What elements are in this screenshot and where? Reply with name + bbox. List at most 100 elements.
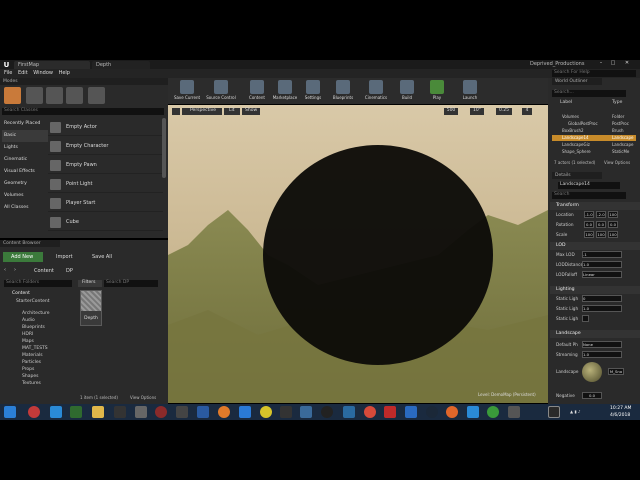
scale-y[interactable]: 100 bbox=[596, 231, 606, 238]
tree-item-materials[interactable]: Materials bbox=[22, 353, 43, 358]
mode-geometry-icon[interactable] bbox=[88, 87, 105, 104]
taskbar-app-icon[interactable] bbox=[176, 406, 188, 418]
show-button[interactable]: Show bbox=[242, 108, 260, 115]
taskbar-app-icon[interactable] bbox=[321, 406, 333, 418]
taskbar-app-icon[interactable] bbox=[467, 406, 479, 418]
location-z[interactable]: 100 bbox=[608, 211, 618, 218]
outliner-row[interactable]: Shape_Sphere StaticMe bbox=[552, 149, 636, 155]
tab-firstmap[interactable]: FirstMap bbox=[14, 61, 90, 69]
tree-item-audio[interactable]: Audio bbox=[22, 318, 35, 323]
tree-item-architecture[interactable]: Architecture bbox=[22, 311, 50, 316]
section-landscape[interactable]: Landscape bbox=[550, 330, 640, 338]
category-geometry[interactable]: Geometry bbox=[2, 178, 48, 190]
modes-search-input[interactable]: Search Classes bbox=[2, 108, 164, 115]
static-light-field[interactable]: 0 bbox=[582, 295, 622, 302]
outliner-col-label[interactable]: Label bbox=[560, 100, 572, 105]
tree-item-props[interactable]: Props bbox=[22, 367, 34, 372]
mode-landscape-icon[interactable] bbox=[46, 87, 63, 104]
tree-item-shapes[interactable]: Shapes bbox=[22, 374, 38, 379]
taskbar-app-icon[interactable] bbox=[135, 406, 147, 418]
static-light-field[interactable]: 1.0 bbox=[582, 305, 622, 312]
outliner-row-selected[interactable]: Landscape14 Landscape bbox=[552, 135, 636, 141]
category-visual-effects[interactable]: Visual Effects bbox=[2, 166, 48, 178]
save-all-button[interactable]: Save All bbox=[84, 252, 120, 262]
angle-snap-value[interactable]: 10° bbox=[470, 108, 484, 115]
modes-item-empty-actor[interactable]: Empty Actor bbox=[48, 119, 163, 136]
toolbar-settings[interactable]: Settings bbox=[296, 80, 330, 100]
section-lighting[interactable]: Lighting bbox=[550, 286, 640, 294]
section-lod[interactable]: LOD bbox=[550, 242, 640, 250]
mode-foliage-icon[interactable] bbox=[66, 87, 83, 104]
menu-file[interactable]: File bbox=[4, 69, 12, 78]
landscape-material-field[interactable]: M_Sno bbox=[608, 368, 624, 375]
taskbar-app-icon[interactable] bbox=[197, 406, 209, 418]
maximize-button[interactable]: □ bbox=[608, 60, 618, 68]
taskbar-app-icon[interactable] bbox=[300, 406, 312, 418]
chrome-icon[interactable] bbox=[364, 406, 376, 418]
tree-item-mat-tests[interactable]: MAT_TESTS bbox=[22, 346, 48, 351]
rotation-x[interactable]: 0.0 bbox=[584, 221, 594, 228]
import-button[interactable]: Import bbox=[48, 252, 80, 262]
toolbar-save-current[interactable]: Save Current bbox=[170, 80, 204, 100]
modes-item-empty-character[interactable]: Empty Character bbox=[48, 138, 163, 155]
max-lod-field[interactable]: -1 bbox=[582, 251, 622, 258]
mode-paint-icon[interactable] bbox=[26, 87, 43, 104]
forward-button[interactable]: › bbox=[14, 267, 22, 275]
breadcrumb-dp[interactable]: DP bbox=[66, 268, 73, 274]
viewport-options-button[interactable] bbox=[172, 108, 180, 115]
tree-item-startercontent[interactable]: StarterContent bbox=[16, 299, 50, 304]
modes-item-cube[interactable]: Cube bbox=[48, 214, 163, 231]
system-tray[interactable]: ▲ ▮ ♪ bbox=[570, 409, 606, 415]
taskbar-app-icon[interactable] bbox=[508, 406, 520, 418]
negative-field[interactable]: 0.0 bbox=[582, 392, 602, 399]
toolbar-cinematics[interactable]: Cinematics bbox=[359, 80, 393, 100]
toolbar-build[interactable]: Build bbox=[390, 80, 424, 100]
outliner-search-input[interactable]: Search... bbox=[552, 90, 626, 97]
minimize-button[interactable]: – bbox=[596, 60, 606, 68]
outliner-row[interactable]: GlobalPostProc PostProc bbox=[552, 121, 636, 127]
toolbar-launch[interactable]: Launch bbox=[453, 80, 487, 100]
tree-item-textures[interactable]: Textures bbox=[22, 381, 41, 386]
rotation-z[interactable]: 0.0 bbox=[608, 221, 618, 228]
modes-item-player-start[interactable]: Player Start bbox=[48, 195, 163, 212]
taskbar-app-icon[interactable] bbox=[218, 406, 230, 418]
toolbar-source-control[interactable]: Source Control bbox=[204, 80, 238, 100]
taskbar-app-icon[interactable] bbox=[405, 406, 417, 418]
file-explorer-icon[interactable] bbox=[92, 406, 104, 418]
unreal-logo[interactable]: U bbox=[2, 61, 11, 69]
close-button[interactable]: ✕ bbox=[621, 60, 633, 68]
search-help-input[interactable]: Search For Help bbox=[552, 70, 636, 77]
lit-button[interactable]: Lit bbox=[224, 108, 240, 115]
start-windows-icon[interactable] bbox=[4, 406, 16, 418]
search-dp-input[interactable]: Search DP bbox=[104, 280, 158, 287]
breadcrumb-content[interactable]: Content bbox=[34, 268, 54, 274]
outliner-row[interactable]: LandscapeGiz Landscape bbox=[552, 142, 636, 148]
grid-snap-value[interactable]: 500 bbox=[444, 108, 458, 115]
chrome-icon[interactable] bbox=[487, 406, 499, 418]
add-new-button[interactable]: Add New bbox=[3, 252, 43, 262]
category-volumes[interactable]: Volumes bbox=[2, 190, 48, 202]
taskbar-app-icon[interactable] bbox=[280, 406, 292, 418]
firefox-icon[interactable] bbox=[446, 406, 458, 418]
search-folders-input[interactable]: Search Folders bbox=[4, 280, 72, 287]
outliner-view-options[interactable]: View Options bbox=[604, 160, 630, 165]
taskbar-app-icon[interactable] bbox=[343, 406, 355, 418]
outliner-col-type[interactable]: Type bbox=[612, 100, 622, 105]
menu-help[interactable]: Help bbox=[59, 69, 70, 78]
section-transform[interactable]: Transform bbox=[550, 202, 640, 210]
details-search-input[interactable]: Search bbox=[552, 192, 626, 199]
category-cinematic[interactable]: Cinematic bbox=[2, 154, 48, 166]
material-thumbnail[interactable] bbox=[582, 362, 602, 382]
sphere-shape[interactable] bbox=[263, 145, 493, 365]
viewport[interactable] bbox=[168, 105, 548, 403]
tree-item-hdri[interactable]: HDRI bbox=[22, 332, 33, 337]
filters-button[interactable]: Filters bbox=[78, 280, 102, 287]
taskbar-time[interactable]: 10:27 AM bbox=[610, 406, 631, 411]
lod-distance-field[interactable]: 1.0 bbox=[582, 261, 622, 268]
toolbar-play[interactable]: Play bbox=[420, 80, 454, 100]
tab-depth[interactable]: Depth bbox=[92, 61, 150, 69]
taskbar-app-icon[interactable] bbox=[239, 406, 251, 418]
scale-x[interactable]: 100 bbox=[584, 231, 594, 238]
taskbar-app-icon[interactable] bbox=[70, 406, 82, 418]
perspective-button[interactable]: Perspective bbox=[182, 108, 222, 115]
